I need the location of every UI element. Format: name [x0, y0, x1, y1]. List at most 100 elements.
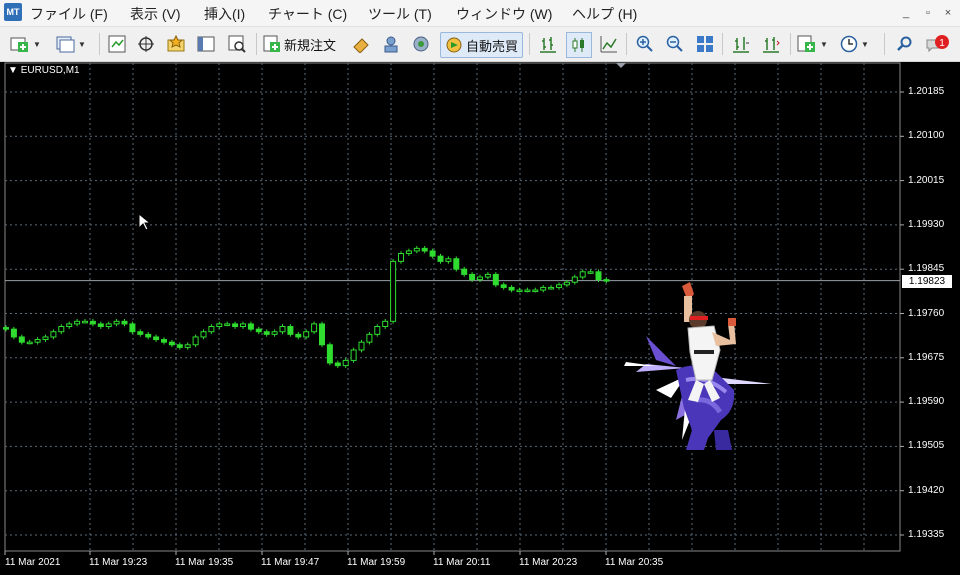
new-chart-icon [10, 37, 28, 52]
zoom-out-button[interactable] [664, 32, 686, 56]
candle-body [398, 253, 404, 262]
chevron-down-icon[interactable]: ▼ [78, 40, 86, 49]
candle-body [326, 344, 333, 364]
menu-insert[interactable]: 挿入(I) [204, 4, 245, 24]
terminal-button[interactable] [195, 32, 217, 56]
candle-body [240, 323, 246, 328]
line-chart-icon [600, 36, 617, 53]
candle-body [145, 333, 152, 338]
price-tick-label: 1.19590 [908, 396, 945, 408]
price-tick-label: 1.19760 [908, 307, 945, 319]
chevron-down-icon[interactable]: ▼ [820, 40, 828, 49]
periods-button[interactable]: ▼ [840, 32, 869, 56]
candle-body [224, 323, 231, 326]
candle-body [3, 327, 9, 330]
notifications-button[interactable]: 1 [924, 32, 952, 56]
app-logo-icon[interactable]: MT [4, 3, 22, 21]
search-icon [897, 36, 912, 51]
market-watch-button[interactable] [106, 32, 128, 56]
candle-body [113, 320, 120, 325]
candle-body [413, 247, 420, 252]
toolbar-separator [626, 33, 627, 55]
menu-tools[interactable]: ツール (T) [368, 4, 432, 24]
candle-body [334, 362, 341, 367]
candlestick-chart-button[interactable] [566, 32, 592, 58]
market-button[interactable] [410, 32, 432, 56]
indicators-button[interactable]: ▼ [797, 32, 828, 56]
candle-body [405, 250, 412, 255]
candle-body [255, 328, 262, 333]
candle-body [500, 284, 507, 288]
candle-body [295, 333, 302, 338]
candle-body [556, 284, 562, 288]
menu-window[interactable]: ウィンドウ (W) [456, 4, 552, 24]
restore-button[interactable]: ▫ [920, 6, 936, 20]
candle-body [595, 271, 602, 281]
menu-bar: MT ファイル (F) 表示 (V) 挿入(I) チャート (C) ツール (T… [0, 0, 960, 27]
candle-body [342, 359, 349, 367]
new-order-label: 新規注文 [284, 37, 337, 53]
toolbar-separator [884, 33, 885, 55]
time-tick-label: 11 Mar 19:59 [347, 557, 406, 568]
candle-body [469, 273, 476, 281]
menu-chart[interactable]: チャート (C) [268, 4, 347, 24]
time-tick-label: 11 Mar 2021 [5, 557, 61, 568]
auto-trading-label: 自動売買 [466, 38, 519, 54]
candle-body [603, 279, 610, 282]
minimize-button[interactable]: _ [898, 6, 914, 20]
toolbar-separator [99, 33, 100, 55]
candle-body [58, 326, 65, 333]
bar-chart-button[interactable] [537, 32, 559, 56]
chart-shift-marker [616, 63, 626, 68]
terminal-icon [197, 36, 215, 52]
price-tick-label: 1.20100 [908, 130, 945, 142]
candle-body [192, 336, 199, 346]
strategy-tester-button[interactable] [226, 32, 248, 56]
tile-windows-button[interactable] [694, 32, 716, 56]
candle-body [208, 326, 215, 333]
auto-trading-button[interactable]: 自動売買 [440, 32, 524, 58]
candle-body [74, 320, 81, 325]
price-chart[interactable] [0, 62, 960, 575]
candle-body [508, 286, 515, 291]
new-chart-button[interactable]: ▼ [10, 32, 41, 56]
symbol-label[interactable]: ▼ EURUSD,M1 [8, 65, 80, 76]
profiles-button[interactable]: ▼ [55, 32, 86, 56]
price-tick-label: 1.20015 [908, 174, 945, 186]
chart-window[interactable]: ▼ EURUSD,M1 1.20185 1.20100 1.20015 1.19930… [0, 62, 960, 575]
auto-trading-icon [446, 37, 462, 53]
candle-body [374, 326, 381, 335]
autoscroll-button[interactable] [760, 32, 782, 56]
metaeditor-button[interactable] [350, 32, 372, 56]
line-chart-button[interactable] [598, 32, 620, 56]
navigator-button[interactable] [165, 32, 187, 56]
signals-button[interactable] [380, 32, 402, 56]
chart-shift-button[interactable] [730, 32, 752, 56]
candle-body [153, 336, 160, 341]
crosshair-button[interactable] [135, 32, 157, 56]
candle-body [271, 331, 278, 335]
close-button[interactable]: × [940, 6, 956, 20]
candle-body [18, 336, 25, 343]
candle-body [492, 273, 499, 286]
candle-body [287, 326, 294, 335]
zoom-in-button[interactable] [634, 32, 656, 56]
price-tick-label: 1.19420 [908, 484, 945, 496]
mouse-cursor-icon [138, 213, 150, 231]
candle-body [176, 344, 183, 348]
chevron-down-icon[interactable]: ▼ [33, 40, 41, 49]
search-button[interactable] [894, 32, 916, 56]
time-tick-label: 11 Mar 19:47 [261, 557, 320, 568]
new-order-button[interactable]: 新規注文 [263, 32, 336, 56]
chevron-down-icon[interactable]: ▼ [861, 40, 869, 49]
price-tick-label: 1.19845 [908, 263, 945, 275]
menu-view[interactable]: 表示 (V) [130, 4, 181, 24]
menu-file[interactable]: ファイル (F) [30, 4, 108, 24]
candle-body [571, 276, 578, 283]
candle-body [121, 320, 128, 325]
candle-body [421, 247, 428, 252]
candle-body [184, 344, 191, 348]
navigator-icon [167, 35, 185, 52]
toolbar-separator [790, 33, 791, 55]
menu-help[interactable]: ヘルプ (H) [572, 4, 637, 24]
